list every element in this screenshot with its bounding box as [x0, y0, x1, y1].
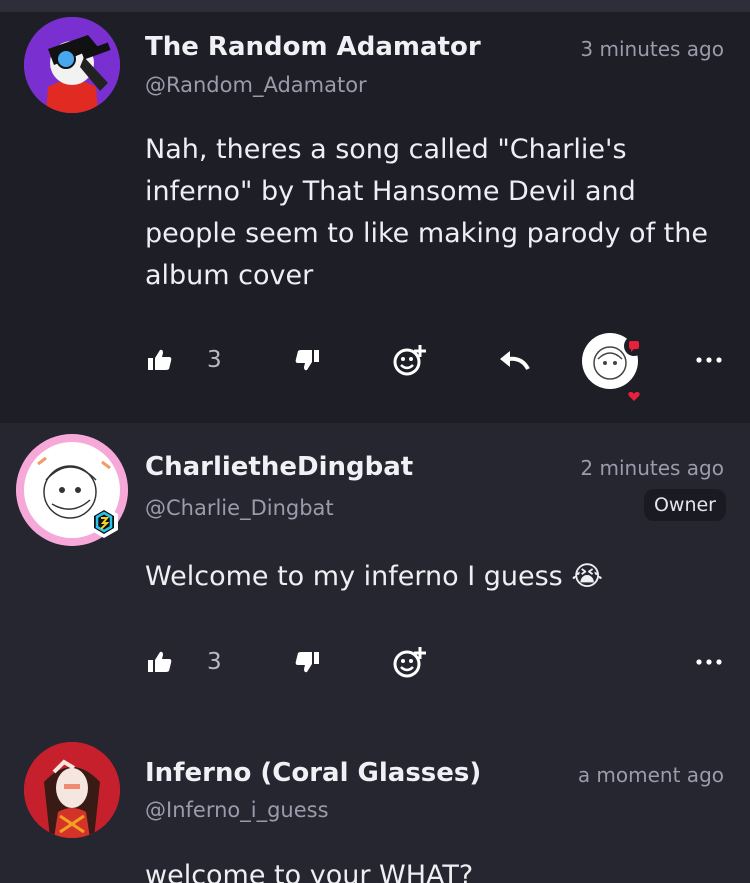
more-options-icon: [696, 659, 722, 665]
avatar[interactable]: [24, 17, 120, 113]
like-count: 3: [207, 649, 222, 675]
dislike-button[interactable]: [294, 640, 320, 684]
comment-text: welcome to your WHAT?: [145, 860, 474, 883]
timestamp: 2 minutes ago: [580, 456, 724, 480]
more-options-icon: [696, 357, 722, 363]
author-name[interactable]: The Random Adamator: [145, 32, 481, 62]
thumbs-down-icon: [294, 650, 320, 674]
dislike-button[interactable]: [294, 338, 320, 382]
like-button[interactable]: [147, 640, 173, 684]
comment-text: Welcome to my inferno I guess 😭: [145, 561, 603, 592]
comment-card: Inferno (Coral Glasses) @Inferno_i_guess…: [0, 723, 750, 883]
top-bar: [0, 0, 750, 12]
avatar[interactable]: [24, 742, 120, 838]
author-handle[interactable]: @Random_Adamator: [145, 73, 367, 97]
comment-reaction-icon: [624, 336, 644, 356]
heart-icon: [624, 386, 644, 406]
comment-card: The Random Adamator @Random_Adamator 3 m…: [0, 12, 750, 423]
add-reaction-icon: [392, 645, 428, 679]
comment-text: Nah, theres a song called "Charlie's inf…: [145, 134, 708, 291]
author-name[interactable]: CharlietheDingbat: [145, 452, 413, 482]
reply-icon: [498, 349, 530, 371]
comment-card: CharlietheDingbat @Charlie_Dingbat 2 min…: [0, 423, 750, 723]
comment-actions: 3: [0, 333, 750, 406]
author-handle[interactable]: @Inferno_i_guess: [145, 798, 329, 822]
owner-badge: Owner: [643, 489, 726, 521]
add-reaction-button[interactable]: [392, 338, 428, 382]
author-handle[interactable]: @Charlie_Dingbat: [145, 496, 334, 520]
level-badge-icon: [86, 504, 122, 540]
timestamp: 3 minutes ago: [580, 37, 724, 61]
add-reaction-button[interactable]: [392, 640, 428, 684]
timestamp: a moment ago: [577, 763, 724, 787]
author-name[interactable]: Inferno (Coral Glasses): [145, 758, 481, 788]
thumbs-down-icon: [294, 348, 320, 372]
thumbs-up-icon: [147, 650, 173, 674]
more-options-button[interactable]: [696, 338, 722, 382]
like-count: 3: [207, 347, 222, 373]
like-button[interactable]: [147, 338, 173, 382]
add-reaction-icon: [392, 343, 428, 377]
comment-actions: 3: [0, 640, 750, 684]
more-options-button[interactable]: [696, 640, 722, 684]
reply-button[interactable]: [498, 338, 530, 382]
thumbs-up-icon: [147, 348, 173, 372]
